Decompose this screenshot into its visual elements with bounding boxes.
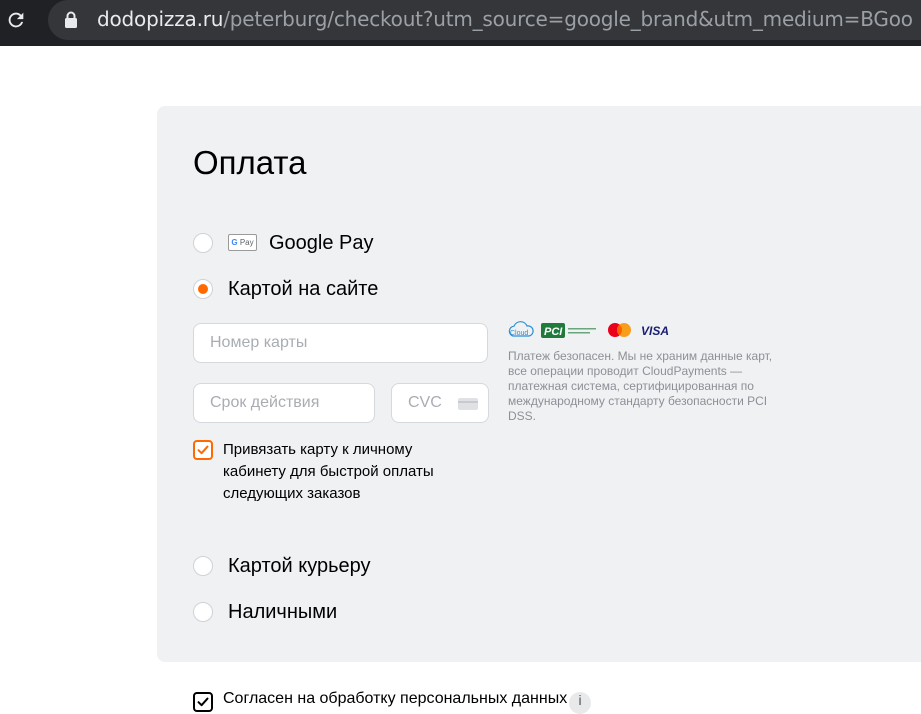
option-label-card-courier: Картой курьеру xyxy=(228,555,371,577)
visa-logo: VISA xyxy=(641,324,669,338)
mastercard-logo xyxy=(608,323,631,337)
radio-cash[interactable] xyxy=(193,602,213,622)
checkmark-icon xyxy=(197,697,209,707)
card-back-icon xyxy=(458,398,478,410)
expiry-input[interactable] xyxy=(210,384,366,422)
expiry-field[interactable] xyxy=(193,383,375,423)
url-text: dodopizza.ru/peterburg/checkout?utm_sour… xyxy=(97,7,913,31)
cvc-field[interactable] xyxy=(391,383,489,423)
lock-icon xyxy=(64,11,78,34)
page-title: Оплата xyxy=(193,144,307,181)
address-bar[interactable]: dodopizza.ru/peterburg/checkout?utm_sour… xyxy=(48,0,921,40)
consent-checkbox[interactable] xyxy=(193,692,213,712)
security-note: Платеж безопасен. Мы не храним данные ка… xyxy=(508,349,773,423)
visa-logo-text: VISA xyxy=(641,324,669,338)
radio-card-courier[interactable] xyxy=(193,556,213,576)
cloudpayments-logo-text: Cloud xyxy=(510,330,528,337)
card-number-input[interactable] xyxy=(210,324,479,362)
radio-google-pay[interactable] xyxy=(193,233,213,253)
bind-card-checkbox[interactable] xyxy=(193,440,213,460)
option-label-google-pay: Google Pay xyxy=(269,232,374,254)
bind-card-label: Привязать карту к личному кабинету для б… xyxy=(223,441,434,502)
option-label-cash: Наличными xyxy=(228,601,338,623)
radio-card-online[interactable] xyxy=(193,279,213,299)
url-path: /peterburg/checkout?utm_source=google_br… xyxy=(223,7,913,31)
consent-label: Согласен на обработку персональных данны… xyxy=(223,690,568,707)
info-icon[interactable]: i xyxy=(569,692,591,714)
card-number-field[interactable] xyxy=(193,323,488,363)
option-label-card-online: Картой на сайте xyxy=(228,278,379,300)
pci-dss-logo: PCI xyxy=(541,323,596,338)
browser-toolbar: dodopizza.ru/peterburg/checkout?utm_sour… xyxy=(0,0,921,46)
reload-icon[interactable] xyxy=(2,6,30,34)
cloudpayments-logo: Cloud xyxy=(508,321,534,337)
google-pay-badge: G Pay xyxy=(228,234,257,251)
pci-dss-logo-text: PCI xyxy=(544,326,563,338)
checkmark-icon xyxy=(197,445,209,455)
url-host: dodopizza.ru xyxy=(97,7,224,31)
